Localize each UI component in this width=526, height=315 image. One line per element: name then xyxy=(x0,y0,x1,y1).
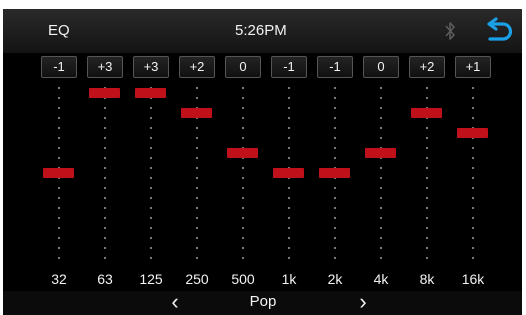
slider-handle[interactable] xyxy=(365,148,396,158)
next-preset-button[interactable]: › xyxy=(351,291,375,315)
gain-value-button[interactable]: -1 xyxy=(317,56,353,78)
back-icon[interactable] xyxy=(484,17,514,45)
slider-track[interactable] xyxy=(472,83,474,263)
slider-handle[interactable] xyxy=(181,108,212,118)
slider-handle[interactable] xyxy=(457,128,488,138)
eq-band: +3 63 xyxy=(87,53,123,291)
frequency-label: 250 xyxy=(185,271,209,287)
eq-band: -1 2k xyxy=(317,53,353,291)
bluetooth-icon xyxy=(445,22,455,40)
frequency-label: 1k xyxy=(281,271,297,287)
gain-value-button[interactable]: +2 xyxy=(409,56,445,78)
frequency-label: 125 xyxy=(139,271,163,287)
slider-track[interactable] xyxy=(150,83,152,263)
frequency-label: 2k xyxy=(327,271,343,287)
frequency-label: 16k xyxy=(461,271,485,287)
gain-value-button[interactable]: +3 xyxy=(87,56,123,78)
frequency-label: 32 xyxy=(51,271,67,287)
eq-band: -1 1k xyxy=(271,53,307,291)
slider-handle[interactable] xyxy=(227,148,258,158)
eq-band: +1 16k xyxy=(455,53,491,291)
page-title: EQ xyxy=(48,22,70,39)
slider-track[interactable] xyxy=(242,83,244,263)
eq-band: 0 4k xyxy=(363,53,399,291)
gain-value-button[interactable]: -1 xyxy=(271,56,307,78)
slider-track[interactable] xyxy=(104,83,106,263)
frequency-label: 8k xyxy=(419,271,435,287)
preset-selector: ‹ Pop › xyxy=(3,291,522,315)
slider-track[interactable] xyxy=(380,83,382,263)
slider-handle[interactable] xyxy=(411,108,442,118)
frequency-label: 4k xyxy=(373,271,389,287)
eq-screen: EQ 5:26PM -1 32 +3 63 +3 125 +2 250 0 500 -1 1k -1 2k… xyxy=(3,9,522,315)
gain-value-button[interactable]: +3 xyxy=(133,56,169,78)
equalizer-panel: -1 32 +3 63 +3 125 +2 250 0 500 -1 1k -1 2k 0 4k +2 8k +1 1… xyxy=(3,53,522,291)
gain-value-button[interactable]: +2 xyxy=(179,56,215,78)
gain-value-button[interactable]: 0 xyxy=(225,56,261,78)
status-bar: EQ 5:26PM xyxy=(3,9,522,53)
eq-band: -1 32 xyxy=(41,53,77,291)
slider-handle[interactable] xyxy=(273,168,304,178)
eq-band: +3 125 xyxy=(133,53,169,291)
slider-handle[interactable] xyxy=(135,88,166,98)
clock: 5:26PM xyxy=(235,22,287,39)
previous-preset-button[interactable]: ‹ xyxy=(163,291,187,315)
frequency-label: 500 xyxy=(231,271,255,287)
slider-handle[interactable] xyxy=(43,168,74,178)
eq-band: +2 8k xyxy=(409,53,445,291)
eq-band: +2 250 xyxy=(179,53,215,291)
preset-name: Pop xyxy=(249,293,277,310)
slider-handle[interactable] xyxy=(319,168,350,178)
eq-band: 0 500 xyxy=(225,53,261,291)
gain-value-button[interactable]: -1 xyxy=(41,56,77,78)
slider-handle[interactable] xyxy=(89,88,120,98)
gain-value-button[interactable]: +1 xyxy=(455,56,491,78)
gain-value-button[interactable]: 0 xyxy=(363,56,399,78)
frequency-label: 63 xyxy=(97,271,113,287)
